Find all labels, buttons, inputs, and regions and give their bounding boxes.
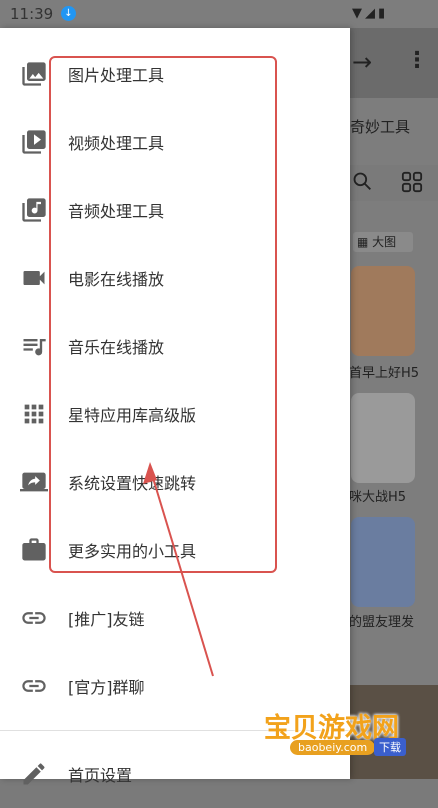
- background-card-title: 咪大战H5: [349, 490, 407, 505]
- drawer-item-label: 首页设置: [68, 766, 133, 785]
- photo-library-icon: [20, 60, 48, 88]
- link-icon: [20, 604, 48, 632]
- audio-library-icon: [20, 196, 48, 224]
- screen-share-icon: [20, 468, 48, 496]
- background-card-thumbnail: [351, 393, 415, 483]
- link-icon: [20, 672, 48, 700]
- drawer-item-label: [官方]群聊: [68, 678, 145, 697]
- annotation-highlight-box: [49, 56, 277, 573]
- background-subtitle: 奇妙工具: [350, 118, 411, 136]
- watermark-logo: 宝贝游戏网 baobeiy.com 下载: [262, 688, 438, 779]
- drawer-item-promo-links[interactable]: [推广]友链: [0, 584, 350, 652]
- background-card-thumbnail: [351, 266, 415, 356]
- search-icon: [353, 172, 371, 190]
- watermark-download: 下载: [374, 738, 406, 756]
- video-library-icon: [20, 128, 48, 156]
- status-bar: 11:39 ↓ ▼◢▮: [0, 0, 438, 28]
- signal-wifi-battery-icons: ▼◢▮: [352, 6, 389, 21]
- apps-grid-icon: [20, 400, 48, 428]
- briefcase-icon: [20, 536, 48, 564]
- edit-icon: [20, 760, 48, 788]
- background-card-title: 的盟友理发: [349, 615, 415, 630]
- watermark-url: baobeiy.com: [290, 740, 376, 755]
- background-card-thumbnail: [351, 517, 415, 607]
- more-vert-icon: ⋮: [406, 48, 428, 73]
- playlist-music-icon: [20, 332, 48, 360]
- drawer-item-label: [推广]友链: [68, 610, 145, 629]
- background-card-title: 首早上好H5: [349, 366, 420, 381]
- status-time: 11:39: [10, 5, 54, 23]
- view-toggle-big: ▦ 大图: [353, 232, 413, 252]
- videocam-icon: [20, 264, 48, 292]
- grid-view-icon: [401, 171, 423, 193]
- download-icon: ↓: [61, 6, 76, 21]
- arrow-forward-icon: →: [352, 48, 373, 76]
